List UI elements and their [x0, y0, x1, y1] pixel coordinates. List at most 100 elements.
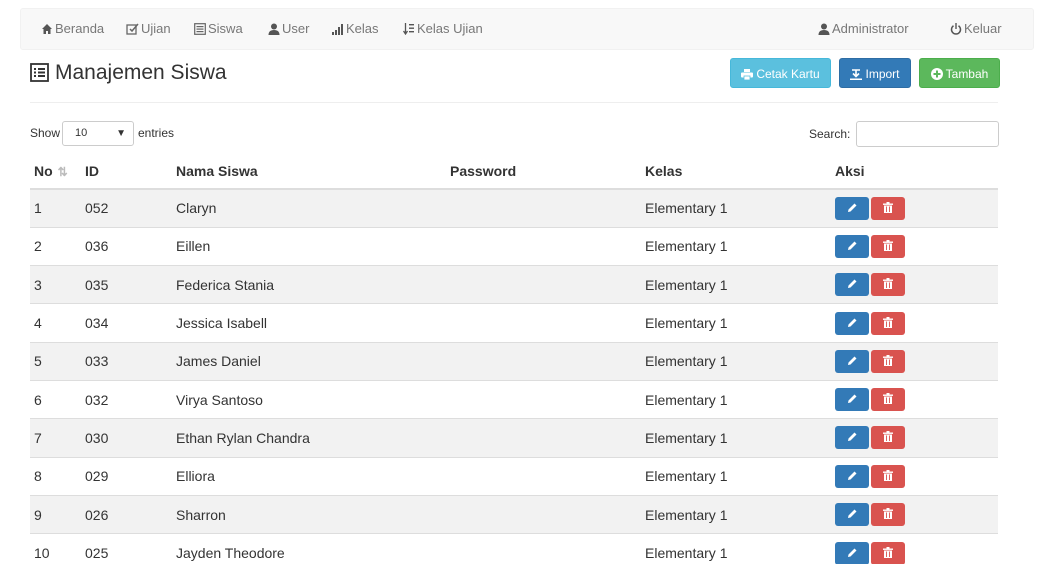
edit-button[interactable]	[835, 541, 869, 564]
delete-button[interactable]	[871, 503, 905, 527]
nav-kelas-ujian-label: Kelas Ujian	[417, 21, 483, 36]
pencil-icon	[847, 279, 856, 289]
nav-user[interactable]: User	[268, 9, 309, 49]
nav-ujian-label: Ujian	[141, 21, 171, 36]
delete-button[interactable]	[871, 388, 905, 412]
col-nama-label: Nama Siswa	[176, 162, 258, 179]
delete-button[interactable]	[871, 196, 905, 220]
cell-kelas: Elementary 1	[641, 379, 831, 419]
list-alt-icon	[194, 23, 206, 35]
nav-siswa-label: Siswa	[208, 21, 243, 36]
cell-aksi	[831, 265, 998, 304]
edit-button[interactable]	[835, 388, 869, 412]
import-button[interactable]: Import	[839, 58, 911, 88]
edit-button[interactable]	[835, 349, 869, 373]
divider	[30, 102, 998, 103]
cell-kelas: Elementary 1	[641, 533, 831, 564]
trash-icon	[883, 431, 893, 443]
col-no-header[interactable]: No ⇅	[30, 153, 81, 190]
show-label: Show	[30, 126, 61, 140]
trash-icon	[883, 278, 893, 290]
trash-icon	[883, 393, 893, 405]
delete-button[interactable]	[871, 349, 905, 373]
edit-button[interactable]	[835, 196, 869, 220]
table-row: 9 026 Sharron Elementary 1	[30, 494, 998, 534]
col-kelas-header[interactable]: Kelas	[641, 153, 831, 190]
cell-nama: Elliora	[172, 456, 446, 496]
nav-administrator[interactable]: Administrator	[818, 9, 909, 49]
nav-ujian[interactable]: Ujian	[126, 9, 171, 49]
cell-id: 035	[81, 265, 172, 304]
search-input[interactable]	[856, 121, 999, 147]
col-aksi-header[interactable]: Aksi	[831, 153, 998, 190]
edit-button[interactable]	[835, 273, 869, 297]
col-id-header[interactable]: ID	[81, 153, 172, 190]
cell-kelas: Elementary 1	[641, 188, 831, 228]
table-row: 6 032 Virya Santoso Elementary 1	[30, 379, 998, 419]
cell-nama: Jayden Theodore	[172, 533, 446, 564]
cell-password	[446, 303, 641, 343]
delete-button[interactable]	[871, 311, 905, 335]
col-nama-header[interactable]: Nama Siswa	[172, 153, 446, 190]
pencil-icon	[847, 241, 856, 250]
edit-button[interactable]	[835, 234, 869, 258]
entries-length-select[interactable]: 10 ▼	[62, 121, 134, 146]
edit-button[interactable]	[835, 426, 869, 450]
trash-icon	[883, 239, 893, 251]
cell-no: 2	[30, 226, 81, 266]
table-row: 2 036 Eillen Elementary 1	[30, 226, 998, 266]
cell-id: 032	[81, 379, 172, 419]
nav-keluar[interactable]: Keluar	[950, 9, 1002, 49]
cell-id: 029	[81, 456, 172, 496]
delete-button[interactable]	[871, 464, 905, 488]
cell-no: 6	[30, 379, 81, 419]
sort-icon: ⇅	[57, 164, 68, 179]
nav-keluar-label: Keluar	[964, 21, 1002, 36]
cetak-kartu-button[interactable]: Cetak Kartu	[730, 58, 831, 88]
cell-aksi	[831, 188, 998, 228]
cell-aksi	[831, 494, 998, 534]
cell-kelas: Elementary 1	[641, 418, 831, 458]
pencil-icon	[847, 509, 856, 519]
cell-kelas: Elementary 1	[641, 494, 831, 534]
delete-button[interactable]	[871, 541, 905, 564]
nav-administrator-label: Administrator	[832, 21, 909, 36]
cell-no: 4	[30, 303, 81, 343]
delete-button[interactable]	[871, 234, 905, 258]
edit-button[interactable]	[835, 311, 869, 335]
import-icon	[850, 69, 863, 80]
tambah-button[interactable]: Tambah	[919, 58, 1000, 88]
plus-circle-icon	[930, 68, 943, 80]
nav-kelas-ujian[interactable]: Kelas Ujian	[402, 9, 483, 49]
user-icon	[268, 23, 280, 35]
edit-button[interactable]	[835, 503, 869, 527]
table-header-row: No ⇅ ID Nama Siswa Password Kelas Aksi	[30, 153, 998, 190]
cell-aksi	[831, 456, 998, 496]
top-navbar: Beranda Ujian Siswa User Kelas Kelas Uji…	[20, 8, 1034, 50]
pencil-icon	[847, 318, 856, 327]
cell-kelas: Elementary 1	[641, 226, 831, 266]
import-label: Import	[865, 67, 900, 81]
table-row: 8 029 Elliora Elementary 1	[30, 456, 998, 496]
nav-siswa[interactable]: Siswa	[194, 9, 243, 49]
nav-beranda[interactable]: Beranda	[41, 9, 104, 49]
cell-id: 034	[81, 303, 172, 343]
nav-kelas[interactable]: Kelas	[332, 9, 379, 49]
delete-button[interactable]	[871, 426, 905, 450]
cell-aksi	[831, 418, 998, 458]
edit-button[interactable]	[835, 464, 869, 488]
delete-button[interactable]	[871, 273, 905, 297]
cell-nama: Ethan Rylan Chandra	[172, 418, 446, 458]
cell-password	[446, 456, 641, 496]
siswa-table: No ⇅ ID Nama Siswa Password Kelas Aksi 10…	[30, 153, 998, 564]
cell-no: 10	[30, 533, 81, 564]
cell-id: 025	[81, 533, 172, 564]
table-row: 3 035 Federica Stania Elementary 1	[30, 265, 998, 304]
cell-aksi	[831, 379, 998, 419]
col-password-header[interactable]: Password	[446, 153, 641, 190]
cell-password	[446, 418, 641, 458]
page-title: Manajemen Siswa	[30, 58, 227, 88]
cell-password	[446, 226, 641, 266]
chevron-down-icon: ▼	[116, 128, 126, 139]
cell-no: 1	[30, 188, 81, 228]
